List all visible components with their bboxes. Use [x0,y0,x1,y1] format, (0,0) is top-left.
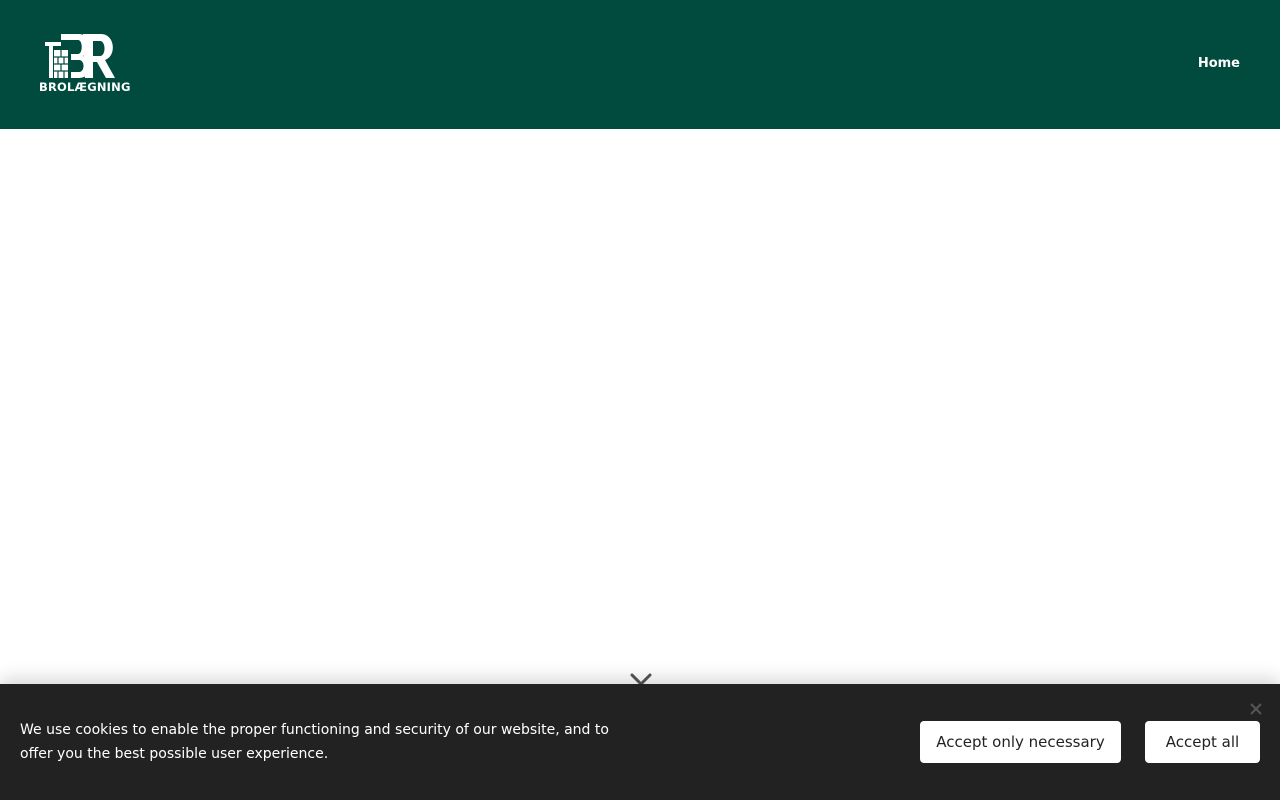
site-logo[interactable]: BROLÆGNING [39,32,131,96]
cookie-banner: We use cookies to enable the proper func… [0,684,1280,800]
accept-all-button[interactable]: Accept all [1145,721,1260,763]
main-nav: Home [1198,54,1240,74]
hero-section [0,129,1280,686]
logo-mark-icon [45,34,115,78]
cookie-message: We use cookies to enable the proper func… [20,722,609,762]
nav-home-link[interactable]: Home [1198,56,1240,71]
site-header: BROLÆGNING Home [0,0,1280,129]
logo-text: BROLÆGNING [39,80,131,94]
close-icon[interactable] [1247,700,1265,718]
accept-necessary-button[interactable]: Accept only necessary [920,721,1121,763]
